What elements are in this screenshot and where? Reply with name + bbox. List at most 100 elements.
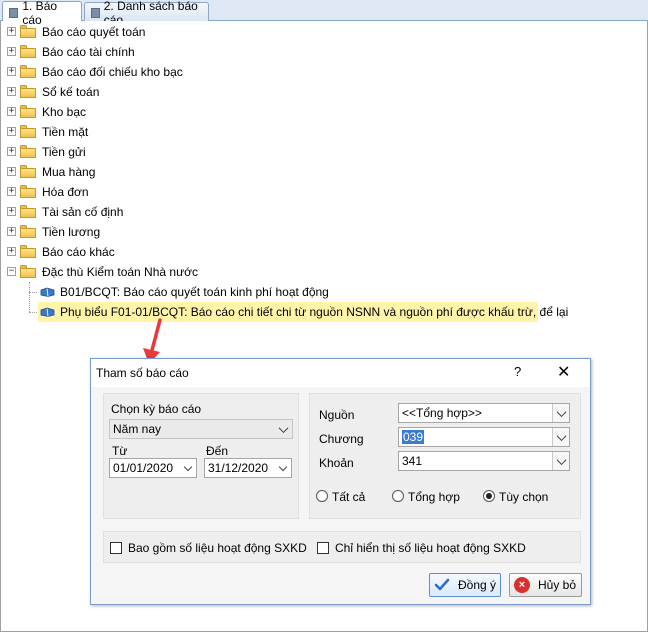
report-tab-icon — [9, 7, 19, 18]
from-date-value: 01/01/2020 — [113, 461, 174, 475]
tab-bar: 1. Báo cáo 2. Danh sách báo cáo — [0, 0, 648, 27]
cancel-button[interactable]: × Hủy bỏ — [509, 573, 582, 597]
tree-label: Hóa đơn — [42, 185, 89, 199]
only-sxkd-label[interactable]: Chỉ hiển thị số liệu hoạt động SXKD — [335, 541, 526, 555]
tab-label: 1. Báo cáo — [22, 0, 58, 27]
folder-icon — [20, 245, 36, 258]
report-book-icon — [40, 287, 55, 297]
chapter-select[interactable]: 039 — [398, 427, 570, 447]
tree-folder-bao-cao-tai-chinh[interactable]: + Báo cáo tài chính — [0, 42, 300, 62]
tree-label: Báo cáo đối chiếu kho bạc — [42, 65, 183, 79]
tree-folder-tien-gui[interactable]: + Tiền gửi — [0, 142, 300, 162]
folder-icon — [20, 145, 36, 158]
expand-icon[interactable]: + — [7, 147, 16, 156]
tree-connector — [29, 312, 37, 313]
from-date-picker[interactable]: 01/01/2020 — [109, 458, 197, 478]
folder-icon — [20, 205, 36, 218]
tree-report-b01-bcqt[interactable]: B01/BCQT: Báo cáo quyết toán kinh phí ho… — [38, 282, 329, 302]
include-sxkd-label[interactable]: Bao gồm số liệu hoạt động SXKD — [128, 541, 307, 555]
radio-tat-ca[interactable] — [316, 490, 328, 502]
tree-label: Sổ kế toán — [42, 85, 100, 99]
expand-icon[interactable]: + — [7, 167, 16, 176]
expand-icon[interactable]: + — [7, 87, 16, 96]
tree-label: Đặc thù Kiểm toán Nhà nước — [42, 265, 198, 279]
expand-icon[interactable]: + — [7, 187, 16, 196]
ok-button[interactable]: Đồng ý — [429, 573, 501, 597]
expand-icon[interactable]: + — [7, 47, 16, 56]
report-parameters-dialog: Tham số báo cáo ? ✕ Chọn kỳ báo cáo Năm … — [90, 358, 591, 605]
period-group: Chọn kỳ báo cáo Năm nay Từ Đến 01/01/202… — [103, 393, 299, 519]
folder-open-icon — [20, 265, 36, 278]
to-label: Đến — [206, 444, 229, 458]
period-value: Năm nay — [113, 422, 162, 436]
list-tab-icon — [91, 8, 100, 18]
tree-label: Tiền mặt — [42, 125, 89, 139]
tree-label: Báo cáo quyết toán — [42, 25, 146, 39]
chevron-down-icon[interactable] — [275, 420, 292, 438]
source-select[interactable]: <<Tổng hợp>> — [398, 403, 570, 423]
chevron-down-icon[interactable] — [278, 462, 288, 472]
only-sxkd-checkbox[interactable] — [317, 542, 329, 554]
folder-icon — [20, 25, 36, 38]
tree-folder-kho-bac[interactable]: + Kho bạc — [0, 102, 300, 122]
radio-tat-ca-label[interactable]: Tất cả — [332, 490, 365, 504]
include-sxkd-checkbox[interactable] — [110, 542, 122, 554]
tab-bao-cao[interactable]: 1. Báo cáo — [2, 0, 82, 27]
chevron-down-icon[interactable] — [183, 462, 193, 472]
tree-label: Mua hàng — [42, 165, 96, 179]
tree-folder-so-ke-toan[interactable]: + Sổ kế toán — [0, 82, 300, 102]
filter-group: Nguồn <<Tổng hợp>> Chương 039 Khoản 341 … — [309, 393, 581, 519]
folder-icon — [20, 185, 36, 198]
tree-folder-tien-mat[interactable]: + Tiền mặt — [0, 122, 300, 142]
collapse-icon[interactable]: − — [7, 267, 16, 276]
expand-icon[interactable]: + — [7, 247, 16, 256]
tree-connector — [29, 292, 37, 293]
tree-connector — [29, 282, 30, 312]
radio-tong-hop[interactable] — [392, 490, 404, 502]
expand-icon[interactable]: + — [7, 67, 16, 76]
from-label: Từ — [112, 444, 128, 458]
tree-label: Báo cáo tài chính — [42, 45, 135, 59]
tree-label: Tiền lương — [42, 225, 101, 239]
expand-icon[interactable]: + — [7, 127, 16, 136]
folder-icon — [20, 45, 36, 58]
to-date-picker[interactable]: 31/12/2020 — [204, 458, 292, 478]
period-label: Chọn kỳ báo cáo — [111, 402, 202, 416]
chevron-down-icon[interactable] — [552, 452, 569, 470]
radio-tuy-chon-label[interactable]: Tùy chọn — [499, 490, 548, 504]
source-value: <<Tổng hợp>> — [402, 406, 482, 420]
item-select[interactable]: 341 — [398, 451, 570, 471]
tree-folder-tai-san-co-dinh[interactable]: + Tài sản cố định — [0, 202, 300, 222]
tab-danh-sach-bao-cao[interactable]: 2. Danh sách báo cáo — [84, 0, 209, 27]
radio-tong-hop-label[interactable]: Tổng hợp — [408, 490, 460, 504]
expand-icon[interactable]: + — [7, 107, 16, 116]
source-label: Nguồn — [319, 408, 355, 422]
tree-label: B01/BCQT: Báo cáo quyết toán kinh phí ho… — [60, 285, 329, 299]
to-date-value: 31/12/2020 — [208, 461, 269, 475]
tree-report-f01-01-bcqt[interactable]: Phụ biểu F01-01/BCQT: Báo cáo chi tiết c… — [38, 302, 568, 322]
tree-folder-bao-cao-khac[interactable]: + Báo cáo khác — [0, 242, 300, 262]
period-select[interactable]: Năm nay — [109, 419, 293, 439]
tree-label: Tài sản cố định — [42, 205, 124, 219]
folder-icon — [20, 125, 36, 138]
chapter-label: Chương — [319, 432, 364, 446]
expand-icon[interactable]: + — [7, 27, 16, 36]
chevron-down-icon[interactable] — [552, 428, 569, 446]
tree-folder-bao-cao-doi-chieu-kho-bac[interactable]: + Báo cáo đối chiếu kho bạc — [0, 62, 300, 82]
tree-folder-mua-hang[interactable]: + Mua hàng — [0, 162, 300, 182]
report-book-icon — [40, 307, 55, 317]
expand-icon[interactable]: + — [7, 207, 16, 216]
tree-folder-dac-thu-kiem-toan-nha-nuoc[interactable]: − Đặc thù Kiểm toán Nhà nước — [0, 262, 300, 282]
tree-folder-hoa-don[interactable]: + Hóa đơn — [0, 182, 300, 202]
folder-icon — [20, 165, 36, 178]
radio-tuy-chon[interactable] — [483, 490, 495, 502]
close-button[interactable]: ✕ — [557, 362, 570, 382]
help-button[interactable]: ? — [514, 364, 521, 379]
ok-label: Đồng ý — [458, 578, 497, 592]
expand-icon[interactable]: + — [7, 227, 16, 236]
item-value: 341 — [402, 454, 423, 468]
chevron-down-icon[interactable] — [552, 404, 569, 422]
options-group: Bao gồm số liệu hoạt động SXKD Chỉ hiển … — [103, 531, 581, 563]
chapter-value[interactable]: 039 — [402, 430, 425, 444]
tree-folder-tien-luong[interactable]: + Tiền lương — [0, 222, 300, 242]
